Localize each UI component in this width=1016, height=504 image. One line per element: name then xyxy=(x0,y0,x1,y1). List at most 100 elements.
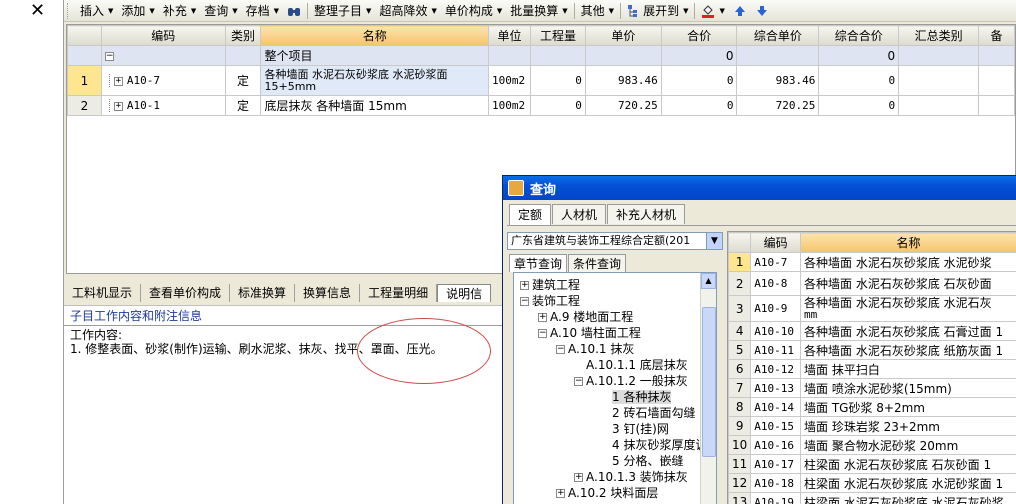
tree-node-selected[interactable]: 1 各种抹灰 xyxy=(612,389,672,405)
tab-description[interactable]: 说明信 xyxy=(437,284,492,302)
item-qty-cell[interactable]: 0 xyxy=(530,65,586,96)
other-button[interactable]: 其他 ▼ xyxy=(577,2,618,19)
scroll-up-icon[interactable]: ▲ xyxy=(701,273,716,289)
item-name-cell[interactable]: 底层抹灰 各种墙面 15mm xyxy=(260,95,490,116)
plus-icon[interactable]: + xyxy=(113,76,123,86)
column-header-remark[interactable]: 备 xyxy=(978,25,1015,46)
toolbar-grip[interactable] xyxy=(67,2,73,19)
paint-button[interactable]: ▼ xyxy=(697,4,728,18)
item-comp-price-cell[interactable]: 983.46 xyxy=(736,65,820,96)
row-number[interactable]: 2 xyxy=(67,95,102,116)
column-header-quantity[interactable]: 工程量 xyxy=(530,25,586,46)
unit-price-composition-button[interactable]: 单价构成 ▼ xyxy=(441,2,506,19)
archive-button[interactable]: 存档 ▼ xyxy=(242,2,283,19)
table-row[interactable]: 13 A10-19 柱梁面 水泥石灰砂浆底 水泥石灰砂浆 xyxy=(728,492,1016,504)
chapter-tree[interactable]: + 建筑工程 − 装饰工程 + A.9 楼地面工程 − A.10 墙柱面工程 − A.10… xyxy=(513,272,717,504)
expand-icon[interactable]: + xyxy=(556,489,565,498)
item-comp-total-cell[interactable]: 0 xyxy=(818,65,900,96)
quota-results-grid[interactable]: 编码 名称 1 A10-7 各种墙面 水泥石灰砂浆底 水泥砂浆 2 A10-8 各种墙面… xyxy=(727,231,1016,504)
organize-items-button[interactable]: 整理子目 ▼ xyxy=(310,2,375,19)
tree-node[interactable]: + A.10.2 块料面层 xyxy=(556,485,658,501)
item-comp-price-cell[interactable]: 720.25 xyxy=(736,95,820,116)
column-header-code[interactable]: 编码 xyxy=(100,25,226,46)
tab-unit-price-composition[interactable]: 查看单价构成 xyxy=(141,284,231,302)
column-header-total[interactable]: 合价 xyxy=(660,25,738,46)
expand-icon[interactable]: + xyxy=(574,473,583,482)
column-header-name[interactable]: 名称 xyxy=(260,25,490,46)
column-header-comp-total[interactable]: 综合合价 xyxy=(818,25,900,46)
tree-node[interactable]: − 装饰工程 xyxy=(520,293,580,309)
table-row[interactable]: 5 A10-11 各种墙面 水泥石灰砂浆底 纸筋灰面 1 xyxy=(728,340,1016,360)
collapse-toggle[interactable]: − xyxy=(100,45,226,66)
move-down-button[interactable] xyxy=(751,4,773,18)
tree-node[interactable]: − A.10.1.2 一般抹灰 xyxy=(574,373,688,389)
tab-conversion-info[interactable]: 换算信息 xyxy=(295,284,361,302)
tab-quota[interactable]: 定额 xyxy=(509,204,552,226)
table-row[interactable]: 3 A10-9 各种墙面 水泥石灰砂浆底 水泥石灰 mm xyxy=(728,295,1016,322)
column-header-code[interactable]: 编码 xyxy=(750,232,802,253)
quota-library-select[interactable]: 广东省建筑与装饰工程综合定额(201 ▼ xyxy=(507,232,723,250)
item-code-cell[interactable]: + A10-1 xyxy=(100,95,226,116)
tab-chapter-query[interactable]: 章节查询 xyxy=(509,254,568,272)
tree-node[interactable]: A.10.1.1 底层抹灰 xyxy=(586,357,688,373)
tree-node[interactable]: + A.9 楼地面工程 xyxy=(538,309,633,325)
column-header-type[interactable]: 类别 xyxy=(224,25,262,46)
scroll-thumb[interactable] xyxy=(702,307,716,457)
move-up-button[interactable] xyxy=(729,4,751,18)
column-header-unit-price[interactable]: 单价 xyxy=(584,25,662,46)
tab-quantity-detail[interactable]: 工程量明细 xyxy=(360,284,438,302)
item-name-cell[interactable]: 各种墙面 水泥石灰砂浆底 水泥砂浆面 15+5mm xyxy=(260,65,490,96)
item-total-cell[interactable]: 0 xyxy=(660,65,738,96)
column-header-name[interactable]: 名称 xyxy=(800,232,1016,253)
table-row[interactable]: 2 + A10-1 定 底层抹灰 各种墙面 15mm 100m2 0 720.25… xyxy=(67,95,1015,116)
table-row[interactable]: 1 + A10-7 定 各种墙面 水泥石灰砂浆底 水泥砂浆面 15+5mm 100… xyxy=(67,65,1015,96)
item-total-cell[interactable]: 0 xyxy=(660,95,738,116)
tree-node[interactable]: − A.10 墙柱面工程 xyxy=(538,325,641,341)
item-qty-cell[interactable]: 0 xyxy=(530,95,586,116)
table-row[interactable]: 12 A10-18 柱梁面 水泥石灰砂浆底 水泥砂浆面 1 xyxy=(728,473,1016,493)
collapse-icon[interactable]: − xyxy=(574,377,583,386)
tree-node[interactable]: 5 分格、嵌缝 xyxy=(612,453,683,469)
binoculars-button[interactable] xyxy=(283,4,305,18)
table-row[interactable]: 1 A10-7 各种墙面 水泥石灰砂浆底 水泥砂浆 xyxy=(728,252,1016,272)
query-button[interactable]: 查询 ▼ xyxy=(200,2,241,19)
item-unit-cell[interactable]: 100m2 xyxy=(488,65,531,96)
dialog-titlebar[interactable]: 查询 xyxy=(503,176,1016,200)
column-header-unit[interactable]: 单位 xyxy=(488,25,531,46)
table-row[interactable]: 10 A10-16 墙面 聚合物水泥砂浆 20mm xyxy=(728,435,1016,455)
row-number[interactable]: 1 xyxy=(67,65,102,96)
add-button[interactable]: 添加 ▼ xyxy=(117,2,158,19)
item-type-cell[interactable]: 定 xyxy=(224,95,262,116)
collapse-icon[interactable]: − xyxy=(538,329,547,338)
expand-to-button[interactable]: 展开到 ▼ xyxy=(623,2,692,19)
table-row[interactable]: 8 A10-14 墙面 TG砂浆 8+2mm xyxy=(728,397,1016,417)
table-row[interactable]: 7 A10-13 墙面 喷涂水泥砂浆(15mm) xyxy=(728,378,1016,398)
tab-standard-conversion[interactable]: 标准换算 xyxy=(230,284,296,302)
tree-node[interactable]: + 建筑工程 xyxy=(520,277,580,293)
expand-icon[interactable]: + xyxy=(520,281,529,290)
column-header-comp-price[interactable]: 综合单价 xyxy=(736,25,820,46)
tree-node[interactable]: 3 钉(挂)网 xyxy=(612,421,669,437)
table-row[interactable]: 9 A10-15 墙面 珍珠岩浆 23+2mm xyxy=(728,416,1016,436)
item-price-cell[interactable]: 983.46 xyxy=(584,65,662,96)
table-row[interactable]: 11 A10-17 柱梁面 水泥石灰砂浆底 石灰砂面 1 xyxy=(728,454,1016,474)
height-reduction-button[interactable]: 超高降效 ▼ xyxy=(375,2,440,19)
expand-icon[interactable]: + xyxy=(538,313,547,322)
plus-icon[interactable]: + xyxy=(113,101,123,111)
item-type-cell[interactable]: 定 xyxy=(224,65,262,96)
item-code-cell[interactable]: + A10-7 xyxy=(100,65,226,96)
tree-scrollbar[interactable]: ▲ xyxy=(700,273,716,504)
table-row[interactable]: 4 A10-10 各种墙面 水泥石灰砂浆底 石膏过面 1 xyxy=(728,321,1016,341)
tab-labor-material[interactable]: 人材机 xyxy=(552,204,607,224)
tree-node[interactable]: + A.10.1.3 装饰抹灰 xyxy=(574,469,688,485)
tab-supplement-material[interactable]: 补充人材机 xyxy=(607,204,686,224)
table-row[interactable]: 2 A10-8 各种墙面 水泥石灰砂浆底 石灰砂面 xyxy=(728,271,1016,296)
tab-labor-material[interactable]: 工料机显示 xyxy=(64,284,142,302)
insert-button[interactable]: 插入 ▼ xyxy=(76,2,117,19)
table-row[interactable]: 6 A10-12 墙面 抹平扫白 xyxy=(728,359,1016,379)
item-comp-total-cell[interactable]: 0 xyxy=(818,95,900,116)
tree-node[interactable]: 4 抹灰砂浆厚度调 xyxy=(612,437,707,453)
chevron-down-icon[interactable]: ▼ xyxy=(706,233,722,249)
tree-node[interactable]: − A.10.1 抹灰 xyxy=(556,341,634,357)
column-header-summary-type[interactable]: 汇总类别 xyxy=(898,25,980,46)
